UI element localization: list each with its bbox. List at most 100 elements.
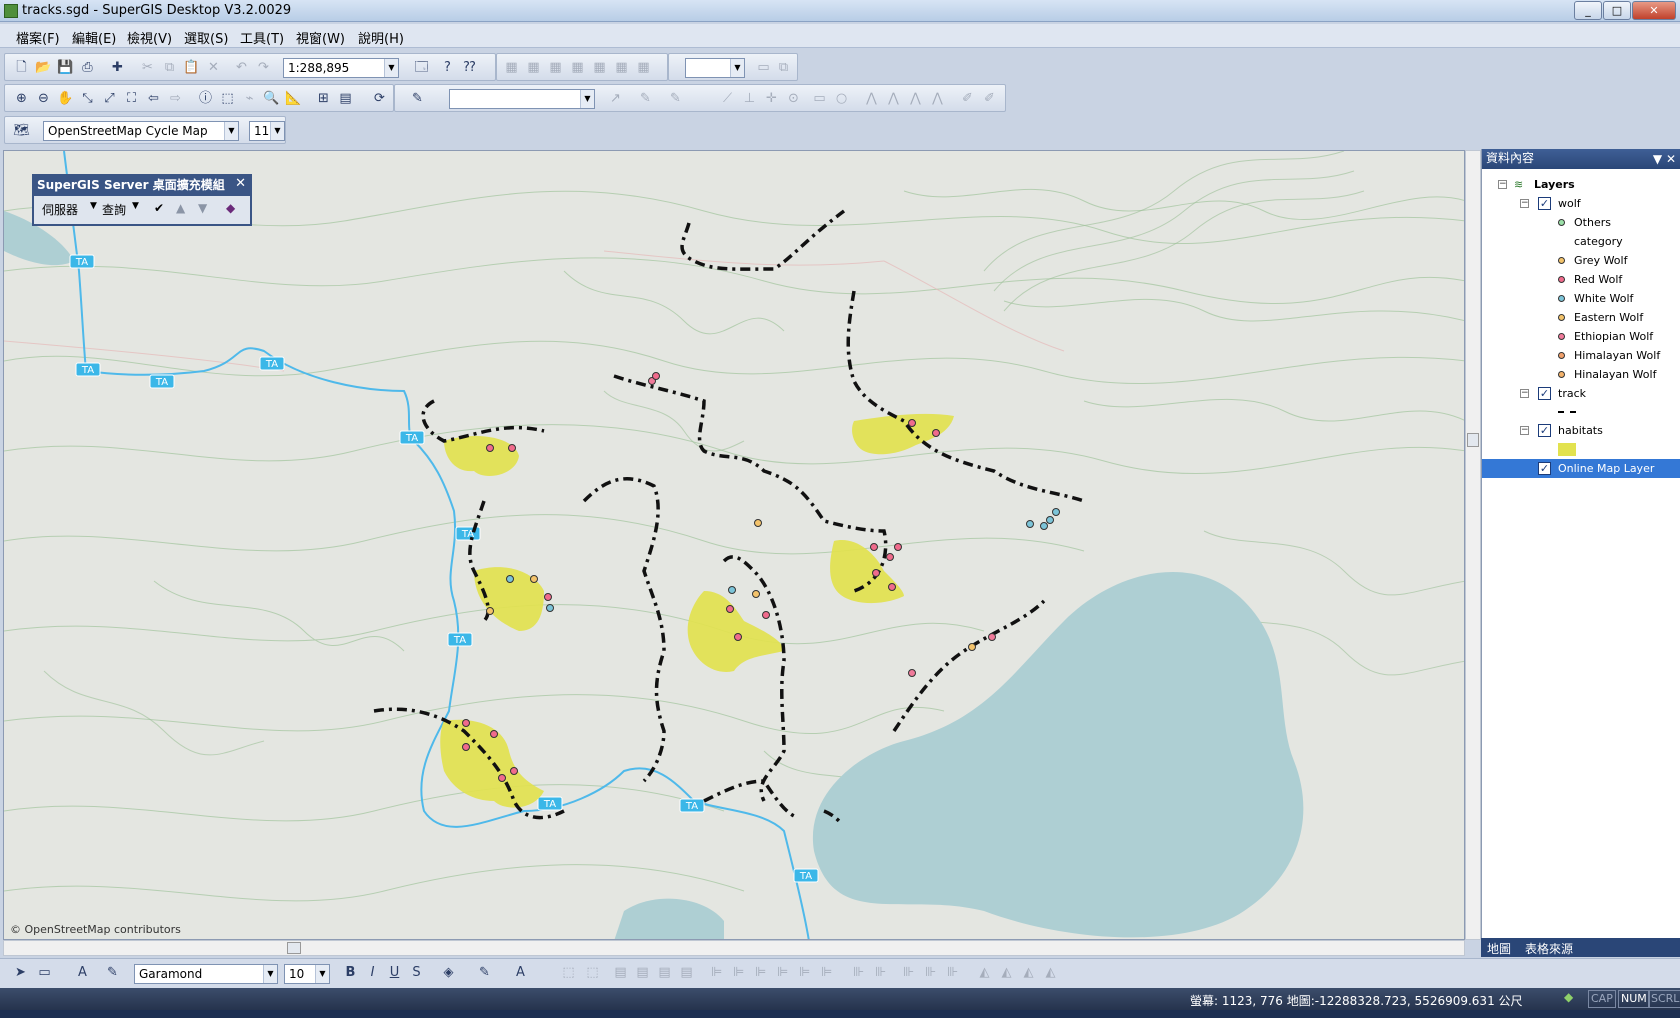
layout-zoom-combo[interactable]: ▼	[685, 58, 745, 78]
align-icon[interactable]: ⊫	[818, 964, 835, 981]
align-icon[interactable]: ⊫	[774, 964, 791, 981]
layout-tool-icon[interactable]: ▦	[635, 59, 652, 76]
text-icon[interactable]: A	[74, 964, 91, 981]
chevron-down-icon[interactable]: ▼	[132, 201, 139, 211]
scroll-thumb[interactable]	[287, 942, 301, 954]
collapse-icon[interactable]: −	[1520, 199, 1529, 208]
map-vertical-scrollbar[interactable]	[1465, 150, 1481, 940]
circle-icon[interactable]: ○	[833, 90, 850, 107]
font-size-combo[interactable]: 10 ▼	[284, 964, 330, 984]
bold-icon[interactable]: B	[342, 964, 359, 981]
add-data-icon[interactable]: ✚	[109, 59, 126, 76]
fixed-zoom-out-icon[interactable]: ⤢	[101, 90, 118, 107]
edit-vertex-icon[interactable]: ⋀	[929, 90, 946, 107]
attribute-table-icon[interactable]: ▤	[337, 90, 354, 107]
dropdown-icon[interactable]: ▼	[1653, 152, 1662, 166]
order-icon[interactable]: ▤	[612, 964, 629, 981]
order-icon[interactable]: ▤	[656, 964, 673, 981]
line-color-icon[interactable]: ✎	[476, 964, 493, 981]
rectangle-icon[interactable]: ▭	[811, 90, 828, 107]
server-menu[interactable]: 伺服器	[42, 201, 78, 218]
online-map-icon[interactable]: 🗺	[13, 122, 30, 139]
rotate-icon[interactable]: ◭	[1042, 964, 1059, 981]
layout-tool-icon[interactable]: ▦	[525, 59, 542, 76]
scale-combo[interactable]: 1:288,895 ▼	[283, 58, 399, 78]
menu-window[interactable]: 視窗(W)	[296, 28, 345, 47]
maximize-button[interactable]: □	[1603, 1, 1631, 20]
select-features-icon[interactable]: ⬚	[219, 90, 236, 107]
snap-tool-icon[interactable]: ✛	[763, 90, 780, 107]
edit-vertex-icon[interactable]: ⋀	[863, 90, 880, 107]
draw-tool-icon[interactable]: ✎	[667, 90, 684, 107]
layout-tool-icon[interactable]: ▦	[613, 59, 630, 76]
map-view[interactable]: TA TA TA TA TA TA TA TA TA TA © OpenStreetMap con…	[3, 150, 1465, 940]
edit-vertex-icon[interactable]: ⋀	[885, 90, 902, 107]
print-icon[interactable]: ⎙	[79, 59, 96, 76]
cut-icon[interactable]: ✂	[139, 59, 156, 76]
new-icon[interactable]: 🗋	[13, 59, 30, 76]
save-icon[interactable]: 💾	[57, 59, 74, 76]
order-icon[interactable]: ▤	[634, 964, 651, 981]
map-canvas[interactable]: TA TA TA TA TA TA TA TA TA TA	[4, 151, 1465, 940]
hyperlink-icon[interactable]: ⌁	[241, 90, 258, 107]
menu-help[interactable]: 說明(H)	[358, 28, 404, 47]
eraser-icon[interactable]: ◆	[226, 201, 235, 215]
paste-icon[interactable]: 📋	[183, 59, 200, 76]
menu-edit[interactable]: 編輯(E)	[72, 28, 116, 47]
ungroup-icon[interactable]: ⬚	[584, 964, 601, 981]
toc-layer-online-map[interactable]: ✓ Online Map Layer	[1482, 459, 1680, 478]
collapse-icon[interactable]: −	[1520, 389, 1529, 398]
distribute-icon[interactable]: ⊪	[850, 964, 867, 981]
font-color-icon[interactable]: A	[512, 964, 529, 981]
snap-tool-icon[interactable]: ⊥	[741, 90, 758, 107]
rotate-icon[interactable]: ◭	[976, 964, 993, 981]
previous-extent-icon[interactable]: ⇦	[145, 90, 162, 107]
group-icon[interactable]: ⬚	[560, 964, 577, 981]
menu-select[interactable]: 選取(S)	[184, 28, 228, 47]
redo-icon[interactable]: ↷	[255, 59, 272, 76]
basemap-combo[interactable]: OpenStreetMap Cycle Map ▼	[43, 121, 239, 141]
pan-icon[interactable]: ✋	[57, 90, 74, 107]
close-icon[interactable]: ✕	[235, 176, 246, 191]
down-arrow-icon[interactable]: ▼	[198, 201, 207, 215]
toc-root[interactable]: − ≋ Layers	[1482, 175, 1680, 194]
zoom-in-icon[interactable]: ⊕	[13, 90, 30, 107]
minimize-button[interactable]: _	[1574, 1, 1602, 20]
pages-icon[interactable]: ⧉	[775, 59, 792, 76]
toc-layer-track[interactable]: − ✓ track	[1482, 384, 1680, 403]
scroll-thumb[interactable]	[1467, 433, 1479, 447]
distribute-icon[interactable]: ⊪	[900, 964, 917, 981]
find-icon[interactable]: 🔍	[263, 90, 280, 107]
draw-tool-icon[interactable]: ✎	[637, 90, 654, 107]
edit-vertex-icon[interactable]: ⋀	[907, 90, 924, 107]
fixed-zoom-in-icon[interactable]: ⤡	[79, 90, 96, 107]
snap-tool-icon[interactable]: ⊙	[785, 90, 802, 107]
zoom-level-combo[interactable]: 11 ▼	[249, 121, 285, 141]
full-extent-icon[interactable]: ⛶	[123, 90, 140, 107]
layout-tool-icon[interactable]: ▦	[569, 59, 586, 76]
context-help-icon[interactable]: ⁇	[461, 59, 478, 76]
strikethrough-icon[interactable]: S	[408, 964, 425, 981]
toc-layer-habitats[interactable]: − ✓ habitats	[1482, 421, 1680, 440]
undo-icon[interactable]: ↶	[233, 59, 250, 76]
map-horizontal-scrollbar[interactable]	[3, 940, 1465, 956]
zoom-out-icon[interactable]: ⊖	[35, 90, 52, 107]
layer-checkbox[interactable]: ✓	[1538, 462, 1551, 475]
rotate-icon[interactable]: ◭	[1020, 964, 1037, 981]
align-icon[interactable]: ⊫	[708, 964, 725, 981]
target-layer-combo[interactable]: ▼	[449, 89, 595, 109]
align-icon[interactable]: ⊫	[796, 964, 813, 981]
next-extent-icon[interactable]: ⇨	[167, 90, 184, 107]
highlight-icon[interactable]: ✎	[104, 964, 121, 981]
refresh-icon[interactable]: ⟳	[371, 90, 388, 107]
edit-shape-icon[interactable]: ✐	[981, 90, 998, 107]
layer-checkbox[interactable]: ✓	[1538, 197, 1551, 210]
connect-icon[interactable]: ✔	[154, 201, 164, 215]
page-icon[interactable]: ▭	[755, 59, 772, 76]
font-combo[interactable]: Garamond ▼	[134, 964, 278, 984]
editor-menu-icon[interactable]: ✎	[409, 90, 426, 107]
delete-icon[interactable]: ✕	[205, 59, 222, 76]
distribute-icon[interactable]: ⊪	[922, 964, 939, 981]
close-icon[interactable]: ✕	[1666, 152, 1676, 166]
fill-color-icon[interactable]: ◈	[440, 964, 457, 981]
